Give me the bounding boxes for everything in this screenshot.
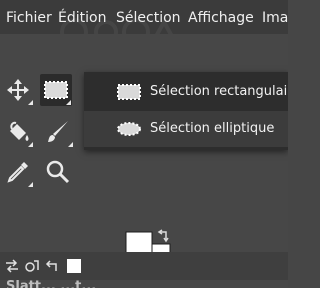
menu-selection[interactable]: Sélection <box>116 9 181 27</box>
tool-group-popup: Sélection rectangulaire Sélection ellipt… <box>84 72 288 150</box>
popup-item-rect-select[interactable]: Sélection rectangulaire <box>84 74 288 110</box>
menu-bar: Fichier Édition Sélection Affichage Ima <box>0 0 288 40</box>
arrows-icon <box>6 259 18 273</box>
bottom-panel-partial: Slatt... ...t... <box>0 280 288 288</box>
undo-history-tab-icon[interactable] <box>42 256 62 276</box>
ellipse-select-icon <box>117 122 141 136</box>
partial-panel-text: Slatt... ...t... <box>6 280 97 288</box>
popup-item-label: Sélection rectangulaire <box>150 84 288 99</box>
tool-group-indicator <box>28 100 33 105</box>
gimp-window: Fichier Édition Sélection Affichage Ima <box>0 0 288 288</box>
magnifier-icon <box>46 160 70 184</box>
color-picker-tool[interactable] <box>2 156 34 188</box>
popup-item-ellipse-select[interactable]: Sélection elliptique <box>84 111 288 147</box>
menu-edition[interactable]: Édition <box>58 9 106 27</box>
tool-group-indicator <box>66 100 71 105</box>
tool-group-indicator <box>68 142 73 147</box>
zoom-tool[interactable] <box>42 156 74 188</box>
move-tool[interactable] <box>2 74 34 106</box>
bucket-fill-tool[interactable] <box>2 116 34 148</box>
rect-select-tool[interactable] <box>40 74 72 106</box>
popup-item-label: Sélection elliptique <box>150 121 275 136</box>
device-status-tab-icon[interactable] <box>22 256 42 276</box>
images-tab-icon[interactable] <box>64 256 84 276</box>
tool-group-indicator <box>28 182 33 187</box>
menu-image[interactable]: Ima <box>262 9 288 27</box>
white-square-icon <box>67 259 81 273</box>
dock-tab-row <box>0 252 288 280</box>
menu-fichier[interactable]: Fichier <box>6 9 52 27</box>
device-icon <box>25 260 39 272</box>
tool-group-indicator <box>28 142 33 147</box>
rect-select-icon <box>44 81 68 99</box>
rect-select-icon <box>117 84 141 100</box>
tool-options-tab-icon[interactable] <box>2 256 22 276</box>
paintbrush-tool[interactable] <box>42 116 74 148</box>
undo-icon <box>45 260 57 271</box>
swap-colors-icon[interactable] <box>157 229 169 243</box>
menu-affichage[interactable]: Affichage <box>188 9 254 27</box>
